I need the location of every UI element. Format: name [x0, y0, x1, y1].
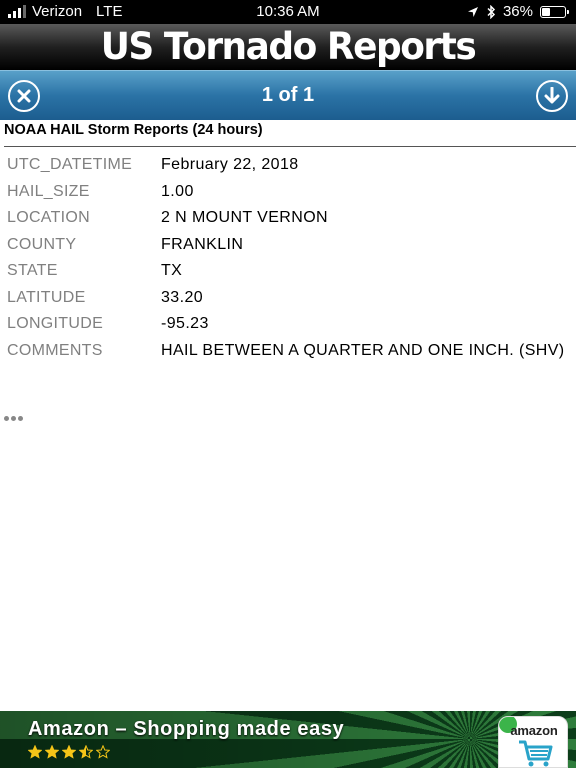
status-right: 36% [467, 3, 569, 20]
field-label: COMMENTS [7, 341, 103, 359]
battery-percentage: 36% [502, 3, 533, 20]
bluetooth-icon [487, 4, 496, 19]
ad-title: Amazon – Shopping made easy [28, 718, 345, 740]
detail-row: COUNTY FRANKLIN [0, 233, 576, 260]
field-value: 2 N MOUNT VERNON [161, 209, 329, 226]
carrier-name: Verizon [32, 3, 83, 20]
field-label: LONGITUDE [7, 315, 104, 332]
field-value: HAIL BETWEEN A QUARTER AND ONE INCH. (SH… [161, 341, 565, 359]
signal-strength-icon [8, 5, 26, 18]
star-icon [62, 745, 76, 759]
detail-row: UTC_DATETIME February 22, 2018 [0, 153, 576, 180]
field-value: February 22, 2018 [161, 156, 299, 173]
star-icon [28, 745, 42, 759]
field-value: TX [161, 262, 183, 279]
star-icon [45, 745, 59, 759]
arrow-down-icon [544, 87, 560, 104]
field-value: 1.00 [161, 182, 194, 200]
amazon-app-icon[interactable]: amazon [498, 716, 568, 768]
field-value: FRANKLIN [161, 235, 244, 253]
shopping-cart-icon [519, 740, 553, 767]
ad-brand: amazon [510, 723, 558, 738]
section-title: NOAA HAIL Storm Reports (24 hours) [4, 121, 576, 147]
network-type: LTE [96, 3, 123, 20]
status-bar: Verizon LTE 10:36 AM 36% [0, 0, 576, 24]
app-title-bar: US Tornado Reports [0, 24, 576, 70]
app-title: US Tornado Reports [100, 25, 477, 68]
field-label: HAIL_SIZE [7, 182, 90, 200]
detail-row: COMMENTS HAIL BETWEEN A QUARTER AND ONE … [0, 339, 576, 366]
status-left: Verizon LTE [8, 3, 122, 20]
detail-row: LOCATION 2 N MOUNT VERNON [0, 206, 576, 233]
detail-row: HAIL_SIZE 1.00 [0, 180, 576, 207]
field-label: LATITUDE [7, 288, 86, 306]
download-button[interactable] [536, 80, 568, 112]
navigation-bar: 1 of 1 [0, 70, 576, 120]
detail-row: STATE TX [0, 259, 576, 286]
field-label: LOCATION [7, 209, 91, 226]
ad-banner[interactable]: Amazon – Shopping made easy amazon [0, 711, 576, 768]
star-icon [96, 745, 110, 759]
field-value: 33.20 [161, 288, 204, 306]
rating-stars [28, 745, 110, 759]
battery-icon [540, 5, 569, 18]
field-label: COUNTY [7, 235, 77, 253]
detail-row: LONGITUDE -95.23 [0, 312, 576, 339]
field-value: -95.23 [161, 315, 209, 332]
field-label: STATE [7, 262, 58, 279]
star-icon [79, 745, 93, 759]
pager-label: 1 of 1 [261, 84, 315, 106]
report-details: UTC_DATETIME February 22, 2018 HAIL_SIZE… [0, 153, 576, 365]
location-arrow-icon [467, 6, 478, 17]
more-ellipsis-icon[interactable] [4, 416, 23, 421]
detail-row: LATITUDE 33.20 [0, 286, 576, 313]
field-label: UTC_DATETIME [7, 156, 133, 173]
